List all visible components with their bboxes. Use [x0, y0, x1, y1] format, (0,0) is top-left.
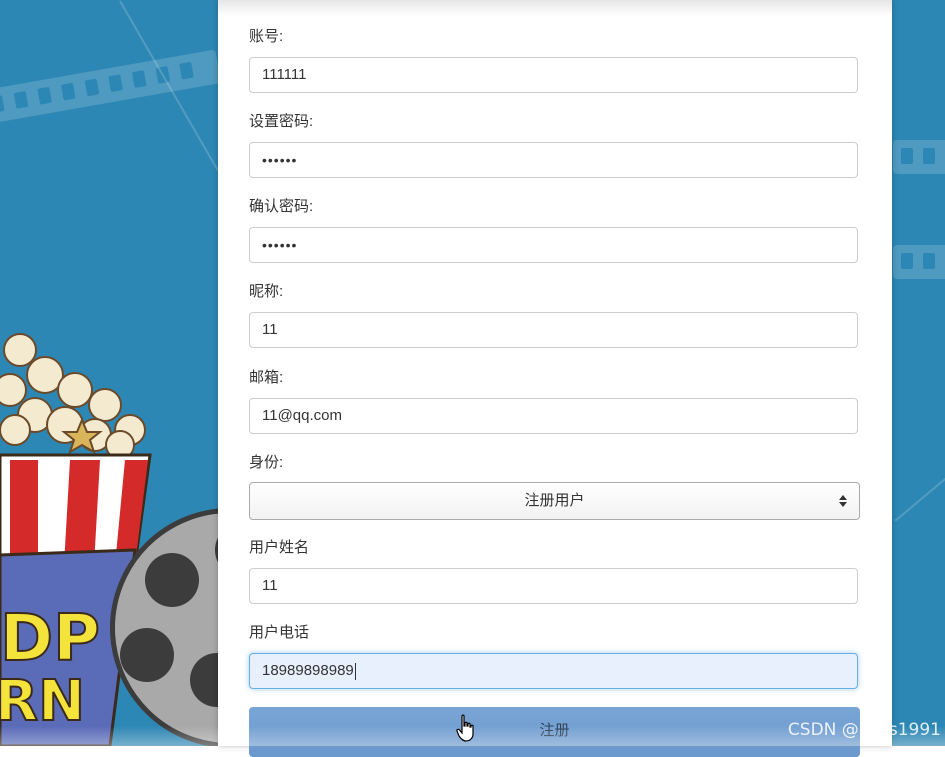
nickname-label: 昵称: [249, 283, 284, 300]
confirm-password-input[interactable]: •••••• [249, 227, 858, 263]
account-label: 账号: [249, 28, 284, 45]
user-name-input[interactable]: 11 [249, 568, 858, 604]
sort-arrows-icon [839, 495, 847, 508]
svg-text:DP: DP [0, 602, 100, 676]
account-input[interactable]: 111111 [249, 57, 858, 93]
role-label: 身份: [249, 454, 284, 471]
svg-text:RN: RN [0, 669, 85, 734]
user-phone-label: 用户电话 [249, 624, 310, 641]
register-form-card: 账号: 111111 设置密码: •••••• 确认密码: •••••• 昵称:… [218, 0, 892, 757]
card-top-shade [218, 0, 892, 16]
text-caret [354, 662, 356, 680]
email-input[interactable]: 11@qq.com [249, 398, 858, 434]
nickname-input[interactable]: 11 [249, 312, 858, 348]
scratch-line-decoration-right [894, 468, 945, 522]
user-name-label: 用户姓名 [249, 539, 310, 556]
user-phone-value: 18989898989 [262, 662, 354, 679]
role-select-value: 注册用户 [524, 492, 585, 509]
password-label: 设置密码: [249, 113, 314, 130]
film-strip-decoration-right [893, 140, 945, 174]
role-select[interactable]: 注册用户 [249, 482, 860, 520]
password-input[interactable]: •••••• [249, 142, 858, 178]
confirm-password-label: 确认密码: [249, 198, 314, 215]
csdn-watermark: CSDN @kybs1991 [787, 720, 941, 740]
email-label: 邮箱: [249, 369, 284, 386]
film-strip-decoration [0, 49, 222, 125]
user-phone-input[interactable]: 18989898989 [249, 653, 858, 689]
hand-pointer-icon [456, 714, 474, 742]
film-strip-decoration-right-lower [893, 245, 945, 279]
